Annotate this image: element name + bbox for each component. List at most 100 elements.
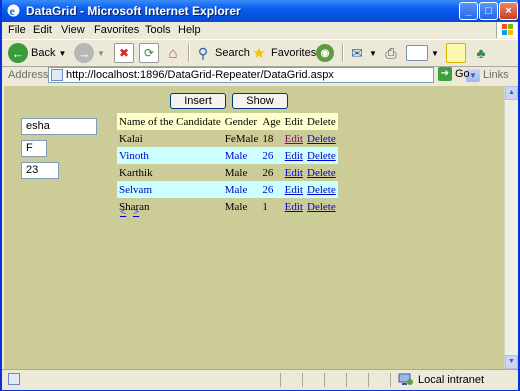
cell-gender: Male — [224, 183, 248, 196]
delete-link[interactable]: Delete — [307, 150, 336, 162]
status-bar: Local intranet — [2, 369, 518, 390]
go-button[interactable]: ➔ Go — [438, 67, 470, 81]
status-cell — [302, 373, 323, 387]
insert-button[interactable]: Insert — [170, 93, 226, 109]
status-cell — [368, 373, 389, 387]
address-url: http://localhost:1896/DataGrid-Repeater/… — [66, 69, 334, 81]
menu-view[interactable]: View — [61, 24, 85, 36]
favorites-label: Favorites — [271, 47, 317, 59]
chevron-down-icon: ▼ — [431, 48, 439, 58]
print-button[interactable]: ⎙ — [382, 42, 400, 64]
vertical-scrollbar[interactable]: ▲ ▼ — [504, 86, 518, 369]
grid-header-row: Name of the Candidate Gender Age Edit De… — [117, 113, 338, 130]
toolbar-separator — [342, 44, 344, 62]
gender-input[interactable]: F — [21, 140, 47, 157]
address-input[interactable]: http://localhost:1896/DataGrid-Repeater/… — [48, 67, 480, 83]
media-button[interactable]: ◉ — [316, 42, 334, 64]
menu-favorites[interactable]: Favorites — [94, 24, 139, 36]
table-row: Selvam Male 26 Edit Delete — [117, 181, 338, 198]
local-intranet-icon — [398, 373, 413, 385]
svg-text:e: e — [10, 4, 16, 18]
windows-logo-icon — [496, 22, 517, 38]
edit-link[interactable]: Edit — [285, 201, 303, 213]
title-bar[interactable]: e DataGrid - Microsoft Internet Explorer… — [2, 0, 518, 22]
internet-explorer-icon: e — [7, 4, 20, 18]
chevron-down-icon: ▼ — [369, 48, 377, 58]
delete-link[interactable]: Delete — [307, 201, 336, 213]
edit-link[interactable]: Edit — [285, 167, 303, 179]
refresh-button[interactable]: ⟳ — [139, 42, 159, 64]
stop-button[interactable]: ✖ — [114, 42, 134, 64]
messenger-button[interactable]: ♣ — [472, 42, 490, 64]
cell-gender: Male — [224, 149, 248, 162]
scroll-up-icon[interactable]: ▲ — [505, 86, 518, 100]
go-arrow-icon: ➔ — [438, 67, 452, 81]
edit-link[interactable]: Edit — [285, 184, 303, 196]
table-row: Karthik Male 26 Edit Delete — [117, 164, 338, 181]
grid-pager: < > — [120, 206, 143, 218]
maximize-button[interactable]: □ — [479, 2, 498, 20]
favorites-button[interactable]: ★ Favorites — [250, 42, 316, 64]
status-cell — [390, 373, 392, 387]
print-icon: ⎙ — [385, 44, 397, 61]
menu-help[interactable]: Help — [178, 24, 201, 36]
page-content: Insert Show esha F 23 Name of the Candid… — [4, 86, 504, 369]
search-label: Search — [215, 47, 250, 59]
security-zone[interactable]: Local intranet — [398, 373, 484, 387]
search-icon: ⚲ — [197, 44, 209, 61]
menu-edit[interactable]: Edit — [33, 24, 52, 36]
discuss-icon — [446, 43, 466, 63]
edit-page-button[interactable]: ▼ — [406, 42, 439, 64]
status-cell — [324, 373, 345, 387]
pager-next-link[interactable]: > — [133, 206, 139, 218]
star-icon: ★ — [252, 45, 266, 62]
delete-link[interactable]: Delete — [307, 184, 336, 196]
search-button[interactable]: ⚲ Search — [194, 42, 250, 64]
cell-age: 26 — [262, 183, 274, 196]
security-zone-label: Local intranet — [418, 374, 485, 386]
toolbar-separator — [188, 44, 190, 62]
status-cell — [346, 373, 367, 387]
forward-button[interactable]: → ▼ — [74, 42, 105, 64]
chevron-down-icon: ▼ — [97, 48, 105, 58]
discuss-button[interactable] — [446, 42, 466, 64]
cell-name: Kalai — [119, 132, 143, 145]
home-icon: ⌂ — [168, 44, 178, 62]
header-age: Age — [262, 115, 281, 128]
messenger-icon: ♣ — [476, 45, 486, 61]
table-row: Sharan Male 1 Edit Delete — [117, 198, 338, 215]
edit-page-icon — [406, 45, 428, 61]
menu-bar: File Edit View Favorites Tools Help — [2, 22, 518, 39]
menu-tools[interactable]: Tools — [145, 24, 171, 36]
menu-file[interactable]: File — [8, 24, 26, 36]
home-button[interactable]: ⌂ — [164, 42, 182, 64]
window-title: DataGrid - Microsoft Internet Explorer — [26, 4, 241, 18]
table-row: Kalai FeMale 18 Edit Delete — [117, 130, 338, 147]
delete-link[interactable]: Delete — [307, 133, 336, 145]
show-button[interactable]: Show — [232, 93, 288, 109]
delete-link[interactable]: Delete — [307, 167, 336, 179]
stop-icon: ✖ — [114, 43, 134, 63]
age-input[interactable]: 23 — [21, 162, 59, 179]
edit-link[interactable]: Edit — [285, 150, 303, 162]
edit-link[interactable]: Edit — [285, 133, 303, 145]
back-button[interactable]: ← Back ▼ — [8, 42, 66, 64]
page-icon — [51, 69, 63, 81]
pager-prev-link[interactable]: < — [120, 206, 126, 218]
mail-button[interactable]: ✉ ▼ — [348, 42, 377, 64]
close-button[interactable]: × — [499, 2, 518, 20]
scroll-down-icon[interactable]: ▼ — [505, 355, 518, 369]
minimize-button[interactable]: _ — [459, 2, 478, 20]
address-label: Address — [8, 69, 49, 81]
table-row: Vinoth Male 26 Edit Delete — [117, 147, 338, 164]
media-icon: ◉ — [316, 44, 334, 62]
links-toolbar[interactable]: Links — [483, 69, 509, 81]
address-bar: Address http://localhost:1896/DataGrid-R… — [2, 66, 518, 86]
name-input[interactable]: esha — [21, 118, 97, 135]
back-label: Back — [31, 47, 56, 59]
cell-gender: FeMale — [224, 132, 259, 145]
browser-window: e DataGrid - Microsoft Internet Explorer… — [0, 0, 520, 391]
chevron-down-icon: ▼ — [58, 48, 67, 58]
header-name: Name of the Candidate — [119, 115, 221, 128]
refresh-icon: ⟳ — [139, 43, 159, 63]
